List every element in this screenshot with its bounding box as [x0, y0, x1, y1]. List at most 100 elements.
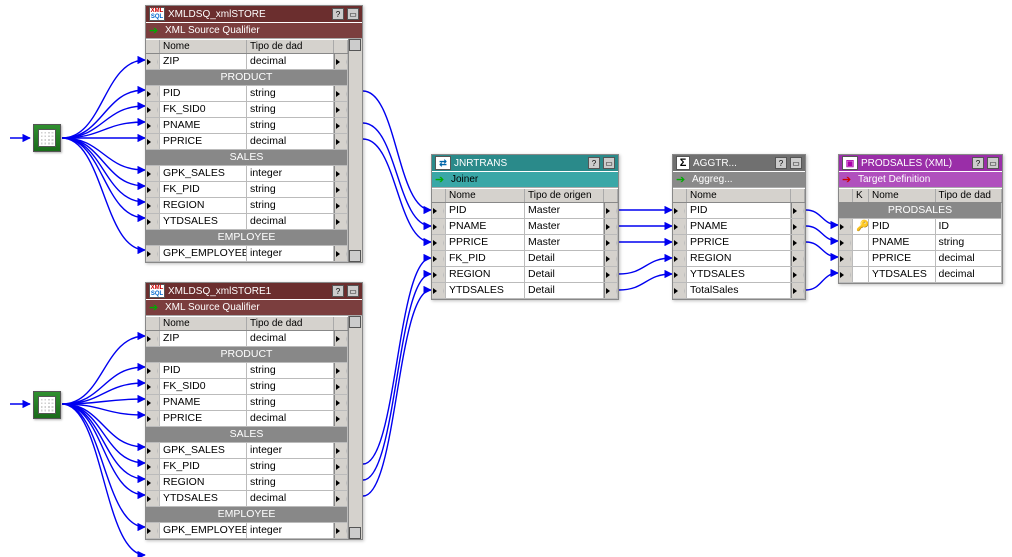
output-port[interactable] — [791, 219, 805, 234]
help-icon[interactable]: ? — [972, 157, 984, 169]
output-port[interactable] — [334, 134, 348, 149]
output-port[interactable] — [604, 283, 618, 298]
input-port[interactable] — [673, 235, 687, 250]
scroll-down-icon[interactable] — [349, 250, 361, 262]
input-port[interactable] — [839, 219, 853, 234]
input-port[interactable] — [839, 251, 853, 266]
output-port[interactable] — [334, 491, 348, 506]
port-row[interactable]: FK_SID0 string — [146, 102, 348, 118]
input-port[interactable] — [146, 118, 160, 133]
output-port[interactable] — [334, 198, 348, 213]
port-row[interactable]: PPRICE — [673, 235, 805, 251]
transform-tgt[interactable]: ▣ PRODSALES (XML) ? ▭ ➔Target Definition… — [838, 154, 1003, 284]
output-port[interactable] — [334, 331, 348, 346]
port-row[interactable]: PPRICE Master — [432, 235, 618, 251]
input-port[interactable] — [432, 235, 446, 250]
output-port[interactable] — [334, 246, 348, 261]
transform-sq1[interactable]: XMLSQL XMLDSQ_xmlSTORE ? ▭➔XML Source Qu… — [145, 5, 363, 263]
input-port[interactable] — [146, 491, 160, 506]
output-port[interactable] — [604, 219, 618, 234]
transform-sq2[interactable]: XMLSQL XMLDSQ_xmlSTORE1 ? ▭➔XML Source Q… — [145, 282, 363, 540]
port-row[interactable]: REGION string — [146, 475, 348, 491]
input-port[interactable] — [146, 102, 160, 117]
output-port[interactable] — [334, 395, 348, 410]
input-port[interactable] — [146, 166, 160, 181]
output-port[interactable] — [334, 166, 348, 181]
input-port[interactable] — [146, 523, 160, 538]
input-port[interactable] — [146, 379, 160, 394]
port-row[interactable]: FK_PID Detail — [432, 251, 618, 267]
source-icon-2[interactable] — [33, 391, 61, 419]
port-row[interactable]: REGION Detail — [432, 267, 618, 283]
input-port[interactable] — [146, 246, 160, 261]
input-port[interactable] — [839, 235, 853, 250]
minimize-icon[interactable]: ▭ — [347, 285, 359, 297]
output-port[interactable] — [791, 235, 805, 250]
input-port[interactable] — [673, 219, 687, 234]
port-row[interactable]: PID string — [146, 363, 348, 379]
output-port[interactable] — [791, 251, 805, 266]
minimize-icon[interactable]: ▭ — [987, 157, 999, 169]
output-port[interactable] — [334, 102, 348, 117]
port-row[interactable]: FK_SID0 string — [146, 379, 348, 395]
scroll-up-icon[interactable] — [349, 39, 361, 51]
output-port[interactable] — [334, 379, 348, 394]
output-port[interactable] — [334, 443, 348, 458]
port-row[interactable]: GPK_SALES integer — [146, 166, 348, 182]
input-port[interactable] — [146, 54, 160, 69]
input-port[interactable] — [146, 363, 160, 378]
help-icon[interactable]: ? — [332, 8, 344, 20]
port-row[interactable]: PNAME string — [146, 395, 348, 411]
port-row[interactable]: PPRICE decimal — [839, 251, 1002, 267]
port-row[interactable]: 🔑 PID ID — [839, 219, 1002, 235]
help-icon[interactable]: ? — [775, 157, 787, 169]
scroll-up-icon[interactable] — [349, 316, 361, 328]
port-row[interactable]: PNAME Master — [432, 219, 618, 235]
scroll-down-icon[interactable] — [349, 527, 361, 539]
input-port[interactable] — [146, 331, 160, 346]
output-port[interactable] — [334, 214, 348, 229]
input-port[interactable] — [432, 267, 446, 282]
input-port[interactable] — [146, 198, 160, 213]
minimize-icon[interactable]: ▭ — [603, 157, 615, 169]
port-row[interactable]: GPK_EMPLOYEE integer — [146, 246, 348, 262]
minimize-icon[interactable]: ▭ — [790, 157, 802, 169]
input-port[interactable] — [146, 134, 160, 149]
output-port[interactable] — [334, 411, 348, 426]
output-port[interactable] — [334, 363, 348, 378]
port-row[interactable]: YTDSALES — [673, 267, 805, 283]
input-port[interactable] — [432, 219, 446, 234]
minimize-icon[interactable]: ▭ — [347, 8, 359, 20]
port-row[interactable]: PID string — [146, 86, 348, 102]
port-row[interactable]: GPK_EMPLOYEE integer — [146, 523, 348, 539]
port-row[interactable]: GPK_SALES integer — [146, 443, 348, 459]
output-port[interactable] — [334, 523, 348, 538]
input-port[interactable] — [146, 443, 160, 458]
output-port[interactable] — [791, 203, 805, 218]
output-port[interactable] — [334, 459, 348, 474]
port-row[interactable]: ZIP decimal — [146, 54, 348, 70]
input-port[interactable] — [146, 214, 160, 229]
output-port[interactable] — [604, 267, 618, 282]
port-row[interactable]: PNAME — [673, 219, 805, 235]
port-row[interactable]: PNAME string — [839, 235, 1002, 251]
input-port[interactable] — [146, 395, 160, 410]
port-row[interactable]: ZIP decimal — [146, 331, 348, 347]
input-port[interactable] — [432, 251, 446, 266]
port-row[interactable]: YTDSALES decimal — [146, 214, 348, 230]
output-port[interactable] — [791, 267, 805, 282]
input-port[interactable] — [146, 459, 160, 474]
port-row[interactable]: FK_PID string — [146, 182, 348, 198]
output-port[interactable] — [604, 203, 618, 218]
input-port[interactable] — [673, 203, 687, 218]
port-row[interactable]: PNAME string — [146, 118, 348, 134]
input-port[interactable] — [146, 86, 160, 101]
transform-joiner[interactable]: ⇄ JNRTRANS ? ▭ ➔JoinerNomeTipo de origen… — [431, 154, 619, 300]
source-icon-1[interactable] — [33, 124, 61, 152]
input-port[interactable] — [673, 267, 687, 282]
input-port[interactable] — [146, 411, 160, 426]
port-row[interactable]: YTDSALES decimal — [839, 267, 1002, 283]
help-icon[interactable]: ? — [332, 285, 344, 297]
port-row[interactable]: PID — [673, 203, 805, 219]
output-port[interactable] — [791, 283, 805, 298]
